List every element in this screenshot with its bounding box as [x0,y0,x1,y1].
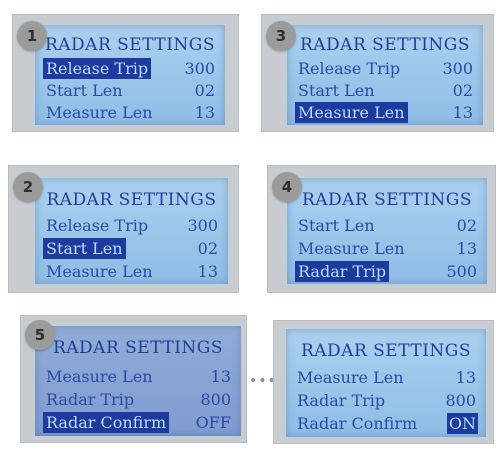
screen-title: RADAR SETTINGS [299,35,471,55]
menu-value: 500 [446,262,477,281]
menu-row-start-len[interactable]: Start Len 02 [43,238,220,259]
menu-row-start-len[interactable]: Start Len 02 [43,80,217,101]
menu-label: Start Len [298,81,375,100]
menu-value: 02 [194,81,215,100]
step-badge: 4 [272,172,302,202]
menu-row-release-trip[interactable]: Release Trip 300 [43,58,217,79]
menu-label: Measure Len [46,262,153,281]
screen-title: RADAR SETTINGS [52,338,224,358]
menu-row-start-len[interactable]: Start Len 02 [295,80,475,101]
step-badge: 3 [266,21,296,51]
menu-value: 300 [184,59,215,78]
menu-row-measure-len[interactable]: Measure Len 13 [43,366,233,387]
menu-label: Measure Len [46,103,153,122]
menu-row-radar-confirm[interactable]: Radar Confirm ON [294,413,478,434]
lcd-screen: RADAR SETTINGS Measure Len 13 Radar Trip… [35,326,241,436]
menu-label: Release Trip [298,59,401,78]
menu-label-selected: Start Len [43,238,126,259]
menu-label: Start Len [46,81,123,100]
menu-row-release-trip[interactable]: Release Trip 300 [43,215,220,236]
step-badge: 2 [13,172,43,202]
lcd-screen: RADAR SETTINGS Release Trip 300 Start Le… [35,25,225,125]
menu-label: Start Len [298,216,375,235]
menu-label-selected: Radar Confirm [43,412,170,433]
menu-value: 800 [200,390,231,409]
settings-panel-2: RADAR SETTINGS Release Trip 300 Start Le… [8,165,239,293]
menu-label-selected: Measure Len [295,102,408,123]
menu-label: Radar Trip [46,390,135,409]
settings-panel-5: RADAR SETTINGS Measure Len 13 Radar Trip… [20,315,247,443]
menu-value: 13 [197,262,218,281]
screen-title: RADAR SETTINGS [300,341,472,361]
menu-value: 13 [452,103,473,122]
menu-value: 300 [442,59,473,78]
menu-row-radar-confirm[interactable]: Radar Confirm OFF [43,412,233,433]
menu-label: Radar Confirm [297,414,418,433]
settings-panel-final: RADAR SETTINGS Measure Len 13 Radar Trip… [273,320,494,444]
lcd-screen: RADAR SETTINGS Start Len 02 Measure Len … [287,178,487,284]
menu-label-selected: Release Trip [43,58,152,79]
menu-label: Measure Len [298,239,405,258]
screen-title: RADAR SETTINGS [44,35,216,55]
menu-value: 300 [187,216,218,235]
menu-label: Measure Len [297,368,404,387]
menu-label-selected: Radar Trip [295,261,390,282]
menu-value: 02 [452,81,473,100]
menu-row-radar-trip[interactable]: Radar Trip 800 [43,389,233,410]
menu-value: 13 [455,368,476,387]
screen-title: RADAR SETTINGS [301,190,473,210]
step-badge: 5 [25,320,55,350]
settings-panel-3: RADAR SETTINGS Release Trip 300 Start Le… [261,14,494,132]
menu-label: Radar Trip [297,391,386,410]
settings-panel-4: RADAR SETTINGS Start Len 02 Measure Len … [267,165,496,293]
menu-value: 13 [210,367,231,386]
menu-row-measure-len[interactable]: Measure Len 13 [43,102,217,123]
menu-value: 13 [456,239,477,258]
menu-value: 800 [445,391,476,410]
lcd-screen: RADAR SETTINGS Release Trip 300 Start Le… [35,178,228,284]
menu-value: 13 [194,103,215,122]
step-badge: 1 [17,21,47,51]
sequence-separator: ••• [249,373,277,389]
menu-value: 02 [456,216,477,235]
menu-value: 02 [197,239,218,258]
menu-row-radar-trip[interactable]: Radar Trip 500 [295,261,479,282]
menu-row-measure-len[interactable]: Measure Len 13 [295,102,475,123]
lcd-screen: RADAR SETTINGS Measure Len 13 Radar Trip… [286,329,486,437]
menu-value-selected: ON [446,413,478,434]
menu-row-measure-len[interactable]: Measure Len 13 [294,367,478,388]
menu-row-start-len[interactable]: Start Len 02 [295,215,479,236]
settings-panel-1: RADAR SETTINGS Release Trip 300 Start Le… [12,14,239,132]
menu-label: Release Trip [46,216,149,235]
lcd-screen: RADAR SETTINGS Release Trip 300 Start Le… [287,25,483,125]
menu-label: Measure Len [46,367,153,386]
menu-value: OFF [195,413,231,432]
menu-row-radar-trip[interactable]: Radar Trip 800 [294,390,478,411]
screen-title: RADAR SETTINGS [46,190,217,210]
menu-row-measure-len[interactable]: Measure Len 13 [43,261,220,282]
menu-row-measure-len[interactable]: Measure Len 13 [295,238,479,259]
menu-row-release-trip[interactable]: Release Trip 300 [295,58,475,79]
